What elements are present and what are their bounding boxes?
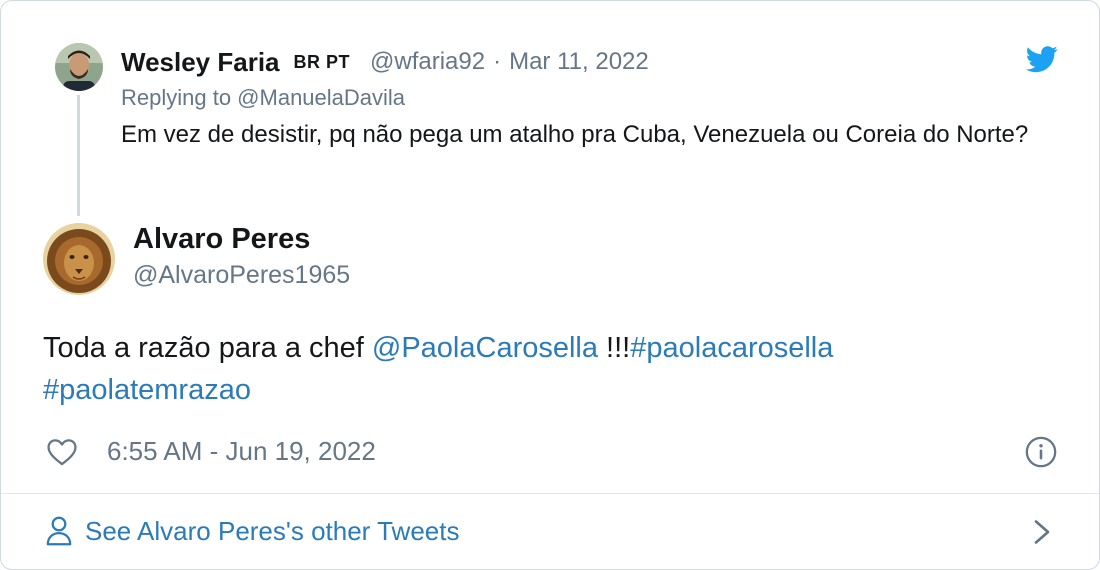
see-other-tweets-label[interactable]: See Alvaro Peres's other Tweets (85, 516, 459, 547)
separator-dot: · (493, 48, 502, 75)
footer-divider (1, 493, 1099, 494)
thread-connector-line (77, 95, 80, 216)
see-other-tweets-link[interactable]: See Alvaro Peres's other Tweets (45, 511, 1065, 551)
hashtag-link[interactable]: #paolacarosella (630, 332, 833, 364)
chevron-right-icon[interactable] (1029, 517, 1055, 547)
embedded-tweet-card: Wesley Faria BR PT @wfaria92 · Mar 11, 2… (0, 0, 1100, 570)
parent-tweet-text: Em vez de desistir, pq não pega um atalh… (121, 121, 1029, 148)
info-icon[interactable] (1024, 435, 1058, 469)
tweet-text-prefix: Toda a razão para a chef (43, 332, 372, 364)
twitter-bird-icon[interactable] (1025, 43, 1059, 75)
author-flags: BR PT (293, 51, 351, 72)
person-icon (45, 514, 73, 548)
author-avatar[interactable] (43, 223, 115, 295)
author-handle[interactable]: @AlvaroPeres1965 (133, 261, 350, 290)
mention-link[interactable]: @PaolaCarosella (372, 332, 598, 364)
tweet-text: Toda a razão para a chef @PaolaCarosella… (43, 327, 1053, 411)
parent-avatar[interactable] (55, 43, 103, 91)
tweet-timestamp[interactable]: 6:55 AM - Jun 19, 2022 (107, 436, 376, 467)
parent-tweet-date[interactable]: Mar 11, 2022 (509, 48, 649, 76)
hashtag-link[interactable]: #paolatemrazao (43, 374, 251, 406)
parent-tweet-header: Wesley Faria BR PT @wfaria92 · Mar 11, 2… (121, 45, 649, 79)
parent-author-handle[interactable]: @wfaria92 (370, 48, 485, 76)
heart-icon[interactable] (45, 435, 79, 469)
tweet-text-mid: !!! (598, 332, 631, 364)
author-name[interactable]: Alvaro Peres (133, 223, 310, 256)
parent-author-name[interactable]: Wesley Faria (121, 47, 280, 78)
replying-to-label[interactable]: Replying to @ManuelaDavila (121, 85, 405, 111)
